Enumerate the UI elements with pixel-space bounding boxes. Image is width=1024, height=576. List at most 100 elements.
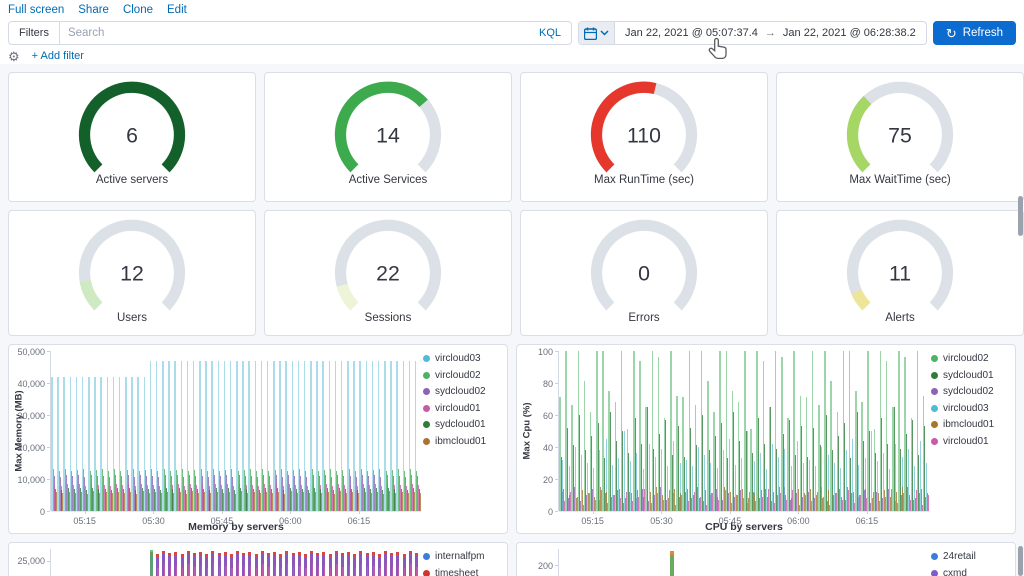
legend-item-internalfpm[interactable]: internalfpm (423, 551, 484, 562)
bar-bar-pink (287, 564, 288, 576)
gauge-panel-errors[interactable]: 0Errors (520, 210, 768, 336)
legend-item-timesheet[interactable]: timesheet (423, 568, 478, 576)
legend-item-sydcloud01[interactable]: sydcloud01 (931, 370, 994, 381)
legend-item-ibmcloud01[interactable]: ibmcloud01 (931, 419, 994, 430)
panel-scrollbar-thumb[interactable] (1018, 546, 1023, 576)
y-tick-mark (555, 447, 558, 448)
legend-item-cxmd[interactable]: cxmd (931, 568, 967, 576)
gauge-panel-max-waittime-sec[interactable]: 75Max WaitTime (sec) (776, 72, 1024, 202)
gauge-arc: 75 (825, 76, 975, 176)
bar-vircloud01 (657, 493, 658, 511)
legend-label: ibmcloud01 (435, 436, 486, 447)
gauge-title: Active Services (349, 174, 428, 186)
bar-vircloud01 (903, 493, 904, 511)
legend-item-vircloud01[interactable]: vircloud01 (423, 403, 481, 414)
legend-item-ibmcloud01[interactable]: ibmcloud01 (423, 436, 486, 447)
bar-bar-pink (238, 564, 239, 576)
full-screen-link[interactable]: Full screen (8, 0, 64, 20)
y-tick-mark (555, 383, 558, 384)
bar-bar-pink (219, 567, 220, 576)
bar-vircloud01 (700, 497, 701, 511)
refresh-button[interactable]: ↻ Refresh (933, 21, 1016, 45)
date-from[interactable]: Jan 22, 2021 @ 05:07:37.4 (625, 27, 758, 39)
gauge-value: 12 (120, 261, 144, 285)
bar-vircloud01 (706, 505, 707, 511)
bar-bar-green (150, 550, 153, 576)
bar-vircloud01 (589, 493, 590, 511)
bar-vircloud01 (614, 495, 615, 511)
bar-ibmcloud01 (389, 491, 390, 511)
legend-item-vircloud02[interactable]: vircloud02 (423, 370, 481, 381)
kql-language-button[interactable]: KQL (529, 27, 571, 39)
search-input[interactable] (60, 27, 529, 39)
x-tick-mark (85, 511, 86, 514)
gauge-panel-sessions[interactable]: 22Sessions (264, 210, 512, 336)
bar-vircloud01 (774, 503, 775, 511)
x-tick-mark (661, 511, 662, 514)
gauge-title: Users (117, 312, 147, 324)
bar-ibmcloud01 (247, 493, 248, 511)
bar-bar-pink (299, 566, 300, 576)
add-filter-row: ⚙ + Add filter (8, 48, 84, 64)
bar-ibmcloud01 (112, 493, 113, 511)
calendar-icon (584, 27, 597, 40)
bar-ibmcloud01 (235, 494, 236, 511)
gear-icon[interactable]: ⚙ (8, 50, 20, 63)
bar-bar-pink (201, 566, 202, 576)
x-axis-line (51, 511, 421, 512)
bar-bar-pink (318, 567, 319, 576)
legend-item-sydcloud02[interactable]: sydcloud02 (423, 386, 486, 397)
y-tick-mark (47, 479, 50, 480)
share-link[interactable]: Share (78, 0, 109, 20)
gauge-panel-active-services[interactable]: 14Active Services (264, 72, 512, 202)
date-to[interactable]: Jan 22, 2021 @ 06:28:38.2 (783, 27, 916, 39)
bar-bar-pink (312, 564, 313, 576)
bar-sydcloud01 (881, 418, 882, 511)
bar-vircloud01 (842, 500, 843, 511)
y-tick-label: 25,000 (9, 556, 45, 566)
legend-dot (423, 421, 430, 428)
calendar-dropdown-button[interactable] (579, 22, 615, 44)
y-tick-mark (47, 383, 50, 384)
gauge-panel-alerts[interactable]: 11Alerts (776, 210, 1024, 336)
legend-item-sydcloud02[interactable]: sydcloud02 (931, 386, 994, 397)
bar-ibmcloud01 (173, 493, 174, 511)
legend-dot (931, 421, 938, 428)
legend-item-vircloud03[interactable]: vircloud03 (423, 353, 481, 364)
bar-ibmcloud01 (371, 493, 372, 511)
bar-bar-pink (349, 566, 350, 576)
bar-ibmcloud01 (297, 493, 298, 511)
bar-sydcloud01 (622, 431, 623, 511)
gauge-panel-users[interactable]: 12 Users (8, 210, 256, 336)
bar-vircloud01 (743, 498, 744, 511)
legend-item-sydcloud01[interactable]: sydcloud01 (423, 419, 486, 430)
bar-vircloud01 (638, 497, 639, 511)
bar-bar-pink (386, 564, 387, 576)
legend-item-24retail[interactable]: 24retail (931, 551, 976, 562)
bar-ibmcloud01 (377, 492, 378, 511)
clone-link[interactable]: Clone (123, 0, 153, 20)
bar-ibmcloud01 (266, 492, 267, 511)
bar-ibmcloud01 (93, 491, 94, 511)
bar-sydcloud01 (579, 415, 580, 511)
add-filter-link[interactable]: + Add filter (32, 50, 84, 62)
filters-menu-button[interactable]: Filters (9, 22, 60, 44)
bar-vircloud01 (644, 489, 645, 511)
gauge-sessions: 22Sessions (265, 211, 511, 335)
legend-dot (931, 372, 938, 379)
bar-ibmcloud01 (340, 491, 341, 511)
chart-title: Memory by servers (51, 521, 421, 533)
bar-bar-green (670, 555, 674, 576)
page-scrollbar-thumb[interactable] (1018, 196, 1023, 236)
bar-sydcloud01 (894, 407, 895, 511)
legend-item-vircloud01[interactable]: vircloud01 (931, 436, 989, 447)
bar-vircloud01 (632, 501, 633, 511)
gauge-panel-active-servers[interactable]: 6Active servers (8, 72, 256, 202)
edit-link[interactable]: Edit (167, 0, 187, 20)
bar-vircloud01 (731, 503, 732, 511)
legend-item-vircloud02[interactable]: vircloud02 (931, 353, 989, 364)
legend-item-vircloud03[interactable]: vircloud03 (931, 403, 989, 414)
bar-ibmcloud01 (180, 492, 181, 511)
gauge-panel-max-runtime-sec[interactable]: 110Max RunTime (sec) (520, 72, 768, 202)
bar-bar-pink (250, 566, 251, 576)
